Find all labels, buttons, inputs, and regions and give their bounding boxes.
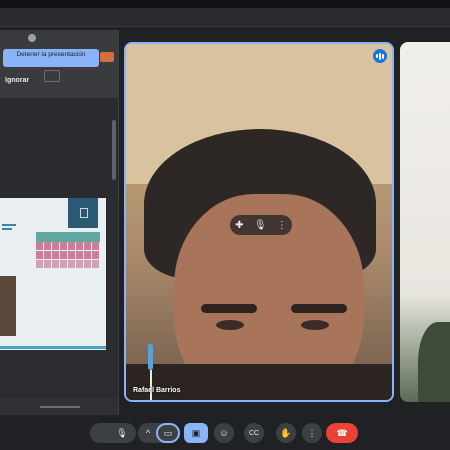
shared-app-background [0, 100, 118, 200]
video-subject-cable [150, 370, 152, 400]
more-vert-icon[interactable]: ⋮ [277, 220, 287, 231]
emoji-icon[interactable]: ☺ [214, 423, 234, 443]
window-strip [0, 8, 450, 27]
slide-text-line [2, 224, 16, 226]
window-top-bar [0, 0, 450, 8]
more-vert-icon[interactable]: ⋮ [302, 423, 322, 443]
slide-table-header [36, 232, 100, 242]
video-subject-brow [201, 304, 257, 313]
shared-slide [0, 198, 106, 350]
participant-video-tile-2[interactable] [400, 42, 450, 402]
meeting-toolbar: ⋯ 🎙 ^ ▭ ▣ ☺ CC ✋ ⋮ ☎ [0, 415, 450, 450]
slide-bottom-rule [0, 346, 106, 349]
end-call-icon[interactable]: ☎ [326, 423, 358, 443]
mic-icon[interactable]: 🎙 [254, 220, 267, 231]
video-subject-eye [301, 320, 329, 330]
sharing-indicator [100, 52, 114, 62]
tile-hover-controls: ✚ 🎙 ⋮ [230, 215, 292, 235]
slide-table-grid [36, 242, 100, 270]
mic-icon[interactable]: 🎙 [112, 423, 132, 443]
screen-icon [44, 70, 60, 82]
ignore-button[interactable]: Ignorar [5, 77, 29, 84]
video-subject-partial [418, 322, 450, 402]
captions-icon[interactable]: CC [244, 423, 264, 443]
participant-name: Rafael Barrios [133, 387, 181, 394]
video-subject-earbud [148, 344, 153, 370]
camera-icon[interactable]: ▭ [156, 423, 180, 443]
stop-presenting-button[interactable]: Detener la presentación [3, 49, 99, 67]
video-subject-brow [291, 304, 347, 313]
participant-video-tile[interactable]: ✚ 🎙 ⋮ Rafael Barrios [124, 42, 394, 402]
chevron-up-icon[interactable]: ^ [138, 423, 158, 443]
pin-icon[interactable]: ✚ [235, 220, 243, 231]
slide-logo-icon [80, 208, 88, 218]
video-subject-shirt [126, 364, 392, 400]
raise-hand-icon[interactable]: ✋ [276, 423, 296, 443]
drag-handle-icon[interactable] [28, 34, 36, 42]
zoom-slider[interactable] [40, 406, 80, 408]
slide-photo [0, 276, 16, 336]
audio-level-icon [373, 49, 387, 63]
scrollbar[interactable] [112, 120, 116, 180]
video-subject-eye [216, 320, 244, 330]
shared-screen-tile[interactable]: Detener la presentación Ignorar [0, 30, 119, 415]
present-icon[interactable]: ▣ [184, 423, 208, 443]
slide-text-line [2, 228, 12, 230]
